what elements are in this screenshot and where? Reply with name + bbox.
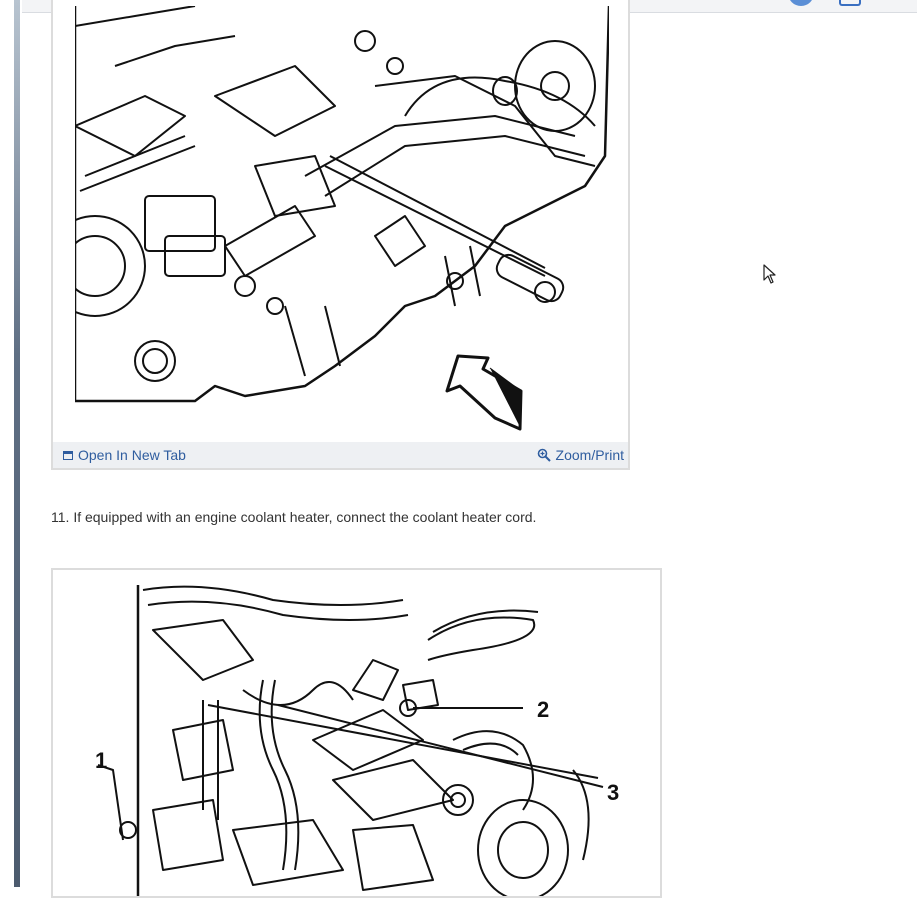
open-in-new-tab-link[interactable]: Open In New Tab (63, 447, 186, 463)
window-border (14, 0, 20, 887)
figure-engine-diagram: Open In New Tab Zoom/Print (51, 0, 630, 470)
zoom-print-label: Zoom/Print (555, 447, 624, 463)
engine-diagram-image[interactable] (75, 6, 609, 438)
zoom-print-link[interactable]: Zoom/Print (537, 447, 624, 463)
callout-1: 1 (95, 748, 107, 773)
magnifier-icon (537, 448, 551, 462)
figure-coolant-heater-diagram: 1 2 3 (51, 568, 662, 898)
figure-footer: Open In New Tab Zoom/Print (53, 442, 628, 468)
open-in-new-tab-label: Open In New Tab (78, 447, 186, 463)
open-new-tab-icon (63, 450, 73, 460)
mouse-pointer-icon (763, 264, 777, 289)
profile-avatar[interactable] (788, 0, 814, 6)
toolbar-icon[interactable] (839, 0, 861, 6)
callout-2: 2 (537, 697, 549, 722)
callout-3: 3 (607, 780, 619, 805)
coolant-heater-diagram-image[interactable]: 1 2 3 (53, 570, 660, 896)
step-11-text: 11. If equipped with an engine coolant h… (51, 509, 537, 525)
